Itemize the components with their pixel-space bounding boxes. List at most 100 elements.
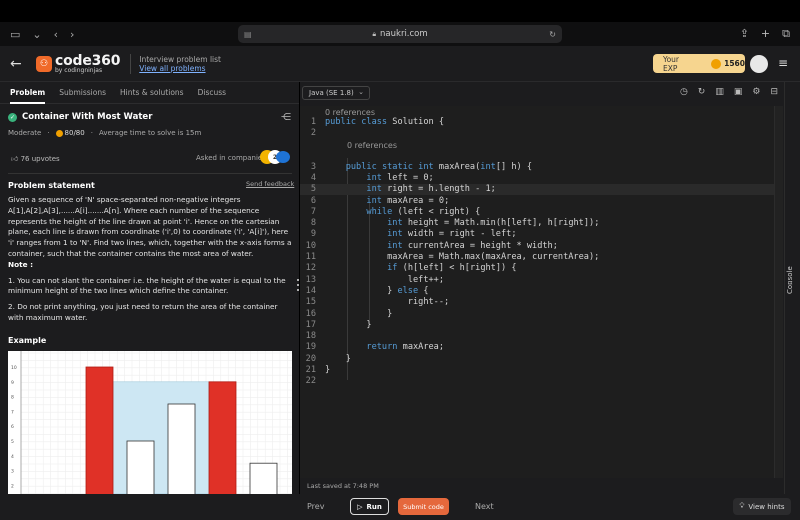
tabs-overview-icon[interactable]: ⧉: [782, 27, 790, 41]
send-feedback-link[interactable]: Send feedback: [246, 180, 294, 188]
y-tick-label: 9: [11, 380, 14, 386]
exp-badge[interactable]: Your EXP 1560: [653, 54, 745, 73]
y-tick-label: 5: [11, 439, 14, 445]
hamburger-menu-icon[interactable]: ≡: [778, 56, 788, 70]
code-line[interactable]: 8 int height = Math.min(h[left], h[right…: [300, 218, 600, 229]
code-line[interactable]: 17 }: [300, 320, 372, 331]
code-line[interactable]: 1 public class Solution {: [300, 117, 444, 128]
lock-icon: 🔒︎: [372, 29, 377, 38]
bar: [126, 440, 155, 494]
back-arrow-icon[interactable]: ←: [10, 56, 26, 72]
tab-problem[interactable]: Problem: [10, 88, 46, 104]
upvote-button[interactable]: 👍︎ 76 upvotes: [11, 154, 60, 163]
code-line[interactable]: 12 if (h[left] < h[right]) {: [300, 263, 517, 274]
problem-list-title: Interview problem list: [139, 54, 221, 64]
code-lens-references[interactable]: 0 references: [347, 141, 397, 150]
line-number: 17: [305, 319, 316, 330]
code-lens-references[interactable]: 0 references: [325, 108, 375, 117]
back-icon[interactable]: ‹: [54, 28, 58, 41]
line-number: 21: [305, 365, 316, 375]
avatar[interactable]: [750, 55, 768, 73]
play-icon: ▷: [357, 502, 363, 511]
new-tab-icon[interactable]: +: [761, 27, 770, 41]
console-drawer[interactable]: ‹ Console: [784, 82, 800, 494]
tab-submissions[interactable]: Submissions: [59, 88, 106, 97]
code-line[interactable]: 4 int left = 0;: [300, 173, 434, 184]
code-line[interactable]: 11 maxArea = Math.max(maxArea, currentAr…: [300, 252, 600, 263]
line-number: 7: [310, 206, 316, 217]
bar: [167, 403, 196, 494]
code-text: public class Solution {: [325, 117, 445, 127]
next-button[interactable]: Next: [475, 502, 494, 511]
coin-icon: [55, 129, 63, 137]
language-select[interactable]: Java (SE 1.8) ⌄: [302, 86, 370, 100]
code-line[interactable]: 7 while (left < right) {: [300, 207, 480, 218]
code-line[interactable]: 3 public static int maxArea(int[] h) {: [300, 162, 532, 173]
share-icon[interactable]: ⋲: [281, 112, 291, 123]
problem-title-text: Container With Most Water: [22, 112, 153, 122]
code-line[interactable]: 2: [300, 128, 325, 139]
code-line[interactable]: 21}: [300, 365, 331, 376]
line-number: 4: [310, 172, 316, 183]
avg-time: Average time to solve is 15m: [98, 129, 202, 137]
score-value: 80/80: [64, 129, 85, 137]
code-editor[interactable]: 0 references 0 references 1 public class …: [300, 106, 783, 478]
reset-icon[interactable]: ↻: [698, 87, 706, 97]
code-text: if (h[left] < h[right]) {: [387, 263, 517, 274]
line-number: 18: [305, 331, 316, 342]
upvote-count: 76 upvotes: [20, 155, 60, 163]
view-all-problems-link[interactable]: View all problems: [139, 64, 221, 73]
line-number: 20: [305, 353, 316, 364]
y-tick-label: 6: [11, 424, 14, 430]
logo-mark-icon: ⚇: [36, 55, 52, 72]
code-line[interactable]: 5 int right = h.length - 1;: [300, 184, 783, 196]
code-text: }: [325, 308, 393, 319]
code-line[interactable]: 10 int currentArea = height * width;: [300, 241, 558, 252]
tab-hints-solutions[interactable]: Hints & solutions: [120, 88, 184, 97]
problem-tabs: Problem Submissions Hints & solutions Di…: [0, 82, 299, 104]
settings-gear-icon[interactable]: ⚙: [752, 87, 760, 97]
layout-icon[interactable]: ▥: [715, 87, 724, 97]
forward-icon[interactable]: ›: [70, 28, 74, 41]
run-button[interactable]: ▷ Run: [350, 498, 389, 515]
code-line[interactable]: 15 right--;: [300, 297, 450, 308]
exp-label: Your EXP: [663, 54, 680, 73]
code-line[interactable]: 20 }: [300, 354, 351, 365]
code-line[interactable]: 13 left++;: [300, 275, 444, 286]
prev-button[interactable]: Prev: [307, 502, 324, 511]
chevron-down-icon: ⌄: [358, 88, 364, 96]
share-icon[interactable]: ⇪: [740, 27, 749, 41]
timer-icon[interactable]: ◷: [680, 87, 688, 97]
tab-discuss[interactable]: Discuss: [198, 88, 226, 97]
code-line[interactable]: 16 }: [300, 308, 393, 320]
view-hints-button[interactable]: 💡︎ View hints: [733, 498, 791, 515]
line-number: 1: [310, 117, 316, 127]
separator-dot: ·: [47, 129, 50, 137]
line-number: 10: [305, 240, 316, 251]
line-number: 12: [305, 263, 316, 274]
line-number: 11: [305, 252, 316, 262]
code-line[interactable]: 18: [300, 331, 325, 342]
page-menu-icon[interactable]: ▤: [244, 30, 252, 39]
lightbulb-icon: 💡︎: [739, 502, 745, 510]
chevron-down-icon[interactable]: ⌄: [32, 28, 41, 41]
code-line[interactable]: 22: [300, 376, 325, 387]
reload-icon[interactable]: ↻: [549, 30, 556, 39]
address-bar[interactable]: ▤ 🔒︎ naukri.com ↻: [238, 25, 562, 43]
code360-logo[interactable]: ⚇ code360 by codingninjas: [36, 54, 120, 74]
expand-icon[interactable]: ⊟: [770, 87, 778, 97]
code-text: } else {: [325, 285, 429, 296]
sidebar-icon[interactable]: ▭: [10, 28, 20, 41]
code-line[interactable]: 14 } else {: [300, 286, 429, 297]
company-logos[interactable]: 2: [260, 150, 292, 164]
fullscreen-icon[interactable]: ▣: [734, 87, 743, 97]
editor-scrollbar[interactable]: [774, 106, 783, 478]
code-text: int maxArea = 0;: [366, 195, 450, 206]
y-tick-label: 7: [11, 409, 14, 415]
submit-code-button[interactable]: Submit code: [398, 498, 449, 515]
code-text: }: [325, 365, 331, 375]
code-line[interactable]: 9 int width = right - left;: [300, 229, 517, 240]
code-line[interactable]: 6 int maxArea = 0;: [300, 196, 449, 207]
code-line[interactable]: 19 return maxArea;: [300, 342, 444, 353]
logo-main: code360: [55, 52, 121, 69]
